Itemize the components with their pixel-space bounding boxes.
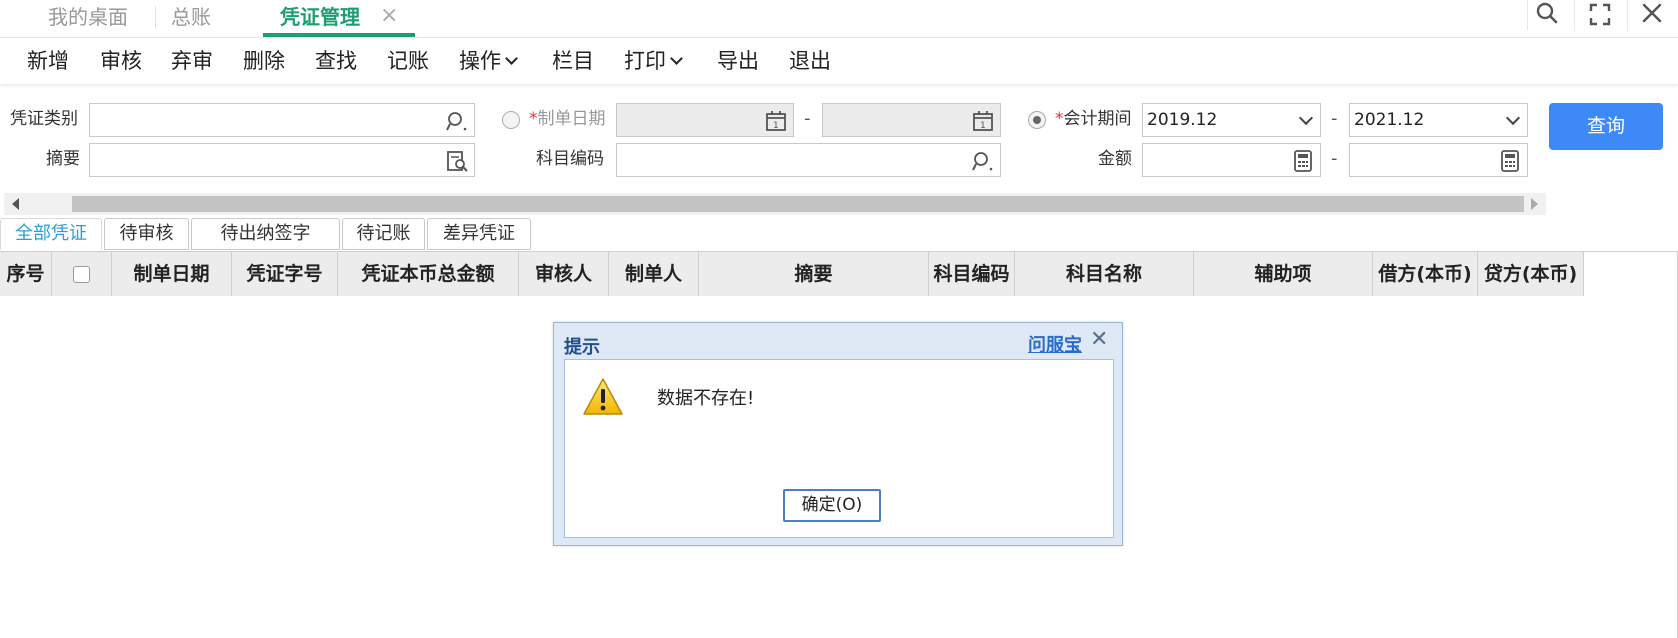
exit-button[interactable]: 退出 bbox=[789, 46, 831, 76]
ok-button[interactable]: 确定(O) bbox=[783, 489, 881, 522]
warning-icon bbox=[583, 378, 623, 415]
alert-dialog: 提示 问服宝 ✕ 数据不存在! 确定(O) bbox=[553, 322, 1123, 546]
column-header[interactable]: 摘要 bbox=[699, 252, 929, 296]
dialog-title: 提示 bbox=[564, 337, 600, 358]
subject-code-input[interactable] bbox=[616, 143, 1001, 177]
select-all-checkbox[interactable] bbox=[73, 266, 90, 283]
summary-label: 摘要 bbox=[46, 149, 80, 169]
subtab-pending-cashier-sign[interactable]: 待出纳签字 bbox=[191, 218, 340, 250]
calculator-icon[interactable] bbox=[1499, 150, 1521, 172]
range-dash: - bbox=[804, 108, 811, 129]
subtab-all-vouchers[interactable]: 全部凭证 bbox=[0, 218, 102, 250]
period-from-select[interactable]: 2019.12 bbox=[1142, 103, 1321, 137]
required-mark: * bbox=[529, 109, 538, 129]
column-header[interactable]: 科目名称 bbox=[1015, 252, 1194, 296]
print-menu[interactable]: 打印 bbox=[624, 46, 683, 76]
subtab-pending-posting[interactable]: 待记账 bbox=[342, 218, 425, 250]
column-header[interactable]: 凭证字号 bbox=[232, 252, 338, 296]
active-tab-indicator bbox=[263, 33, 415, 37]
column-header[interactable]: 科目编码 bbox=[929, 252, 1015, 296]
tab-close-icon[interactable]: × bbox=[380, 0, 398, 32]
create-date-label-text: 制单日期 bbox=[537, 109, 606, 129]
scroll-left-arrow-icon[interactable] bbox=[12, 198, 19, 210]
toolbar: 新增 审核 弃审 删除 查找 记账 操作 栏目 打印 导出 退出 bbox=[0, 38, 1678, 84]
query-button[interactable]: 查询 bbox=[1549, 103, 1663, 150]
delete-button[interactable]: 删除 bbox=[243, 46, 285, 76]
lookup-icon[interactable] bbox=[446, 110, 468, 132]
fullscreen-icon[interactable] bbox=[1585, 0, 1615, 30]
amount-to-input[interactable] bbox=[1349, 143, 1528, 177]
calculator-icon[interactable] bbox=[1292, 150, 1314, 172]
select-all-checkbox-cell[interactable] bbox=[52, 252, 112, 296]
chevron-down-icon bbox=[670, 52, 683, 65]
window-separator bbox=[1627, 0, 1628, 30]
chevron-down-icon bbox=[1298, 110, 1314, 126]
add-button[interactable]: 新增 bbox=[27, 46, 69, 76]
lookup-icon[interactable] bbox=[972, 150, 994, 172]
create-date-from-input[interactable]: 1 bbox=[616, 103, 794, 137]
summary-input[interactable] bbox=[89, 143, 475, 177]
amount-from-input[interactable] bbox=[1142, 143, 1321, 177]
create-date-label: *制单日期 bbox=[529, 108, 606, 130]
create-date-radio[interactable] bbox=[502, 111, 520, 129]
period-label-text: 会计期间 bbox=[1063, 109, 1132, 129]
amount-label: 金额 bbox=[1098, 149, 1132, 169]
period-label: *会计期间 bbox=[1055, 108, 1132, 130]
period-radio[interactable] bbox=[1028, 111, 1046, 129]
svg-text:1: 1 bbox=[980, 121, 986, 131]
search-icon[interactable] bbox=[1532, 0, 1562, 30]
period-from-value: 2019.12 bbox=[1147, 110, 1218, 130]
subtab-pending-audit[interactable]: 待审核 bbox=[104, 218, 189, 250]
required-mark: * bbox=[1055, 109, 1064, 129]
column-header[interactable]: 制单人 bbox=[609, 252, 699, 296]
svg-text:1: 1 bbox=[773, 121, 779, 131]
scroll-right-arrow-icon[interactable] bbox=[1531, 198, 1538, 210]
dialog-body: 数据不存在! 确定(O) bbox=[564, 359, 1114, 538]
column-header[interactable]: 凭证本币总金额 bbox=[338, 252, 519, 296]
tab-bar: 我的桌面 总账 凭证管理 × bbox=[0, 0, 1678, 38]
voucher-type-input[interactable] bbox=[89, 103, 475, 137]
column-header[interactable]: 借方(本币) bbox=[1373, 252, 1478, 296]
calendar-icon[interactable]: 1 bbox=[972, 110, 994, 132]
columns-button[interactable]: 栏目 bbox=[552, 46, 594, 76]
create-date-to-input[interactable]: 1 bbox=[822, 103, 1001, 137]
tab-general-ledger[interactable]: 总账 bbox=[171, 0, 211, 36]
export-button[interactable]: 导出 bbox=[717, 46, 759, 76]
calendar-icon[interactable]: 1 bbox=[765, 110, 787, 132]
column-header[interactable]: 贷方(本币) bbox=[1478, 252, 1584, 296]
grid-header: 序号 制单日期 凭证字号 凭证本币总金额 审核人 制单人 摘要 科目编码 科目名… bbox=[0, 252, 1584, 296]
tab-voucher-management[interactable]: 凭证管理 bbox=[280, 0, 360, 36]
tab-separator bbox=[155, 6, 156, 28]
subject-code-label: 科目编码 bbox=[536, 149, 604, 169]
column-header[interactable]: 辅助项 bbox=[1194, 252, 1373, 296]
dialog-message: 数据不存在! bbox=[657, 388, 755, 409]
chevron-down-icon bbox=[505, 52, 518, 65]
chevron-down-icon bbox=[1505, 110, 1521, 126]
column-header[interactable]: 审核人 bbox=[519, 252, 609, 296]
print-menu-label: 打印 bbox=[624, 49, 666, 73]
cancel-audit-button[interactable]: 弃审 bbox=[171, 46, 213, 76]
audit-button[interactable]: 审核 bbox=[100, 46, 142, 76]
dialog-close-icon[interactable]: ✕ bbox=[1090, 329, 1108, 351]
range-dash: - bbox=[1331, 148, 1338, 169]
operation-menu-label: 操作 bbox=[459, 49, 501, 73]
document-search-icon[interactable] bbox=[446, 150, 468, 172]
horizontal-scrollbar[interactable] bbox=[4, 193, 1546, 215]
close-icon[interactable] bbox=[1637, 0, 1667, 30]
column-header[interactable]: 序号 bbox=[0, 252, 52, 296]
post-button[interactable]: 记账 bbox=[387, 46, 429, 76]
tab-my-desktop[interactable]: 我的桌面 bbox=[48, 0, 128, 36]
column-header[interactable]: 制单日期 bbox=[112, 252, 232, 296]
dialog-help-link[interactable]: 问服宝 bbox=[1028, 331, 1082, 357]
voucher-type-label: 凭证类别 bbox=[10, 109, 78, 129]
window-separator bbox=[1527, 0, 1528, 30]
scrollbar-thumb[interactable] bbox=[72, 196, 1524, 212]
window-separator bbox=[1574, 0, 1575, 30]
find-button[interactable]: 查找 bbox=[315, 46, 357, 76]
operation-menu[interactable]: 操作 bbox=[459, 46, 518, 76]
range-dash: - bbox=[1331, 108, 1338, 129]
period-to-value: 2021.12 bbox=[1354, 110, 1425, 130]
subtab-difference-vouchers[interactable]: 差异凭证 bbox=[427, 218, 531, 250]
period-to-select[interactable]: 2021.12 bbox=[1349, 103, 1528, 137]
